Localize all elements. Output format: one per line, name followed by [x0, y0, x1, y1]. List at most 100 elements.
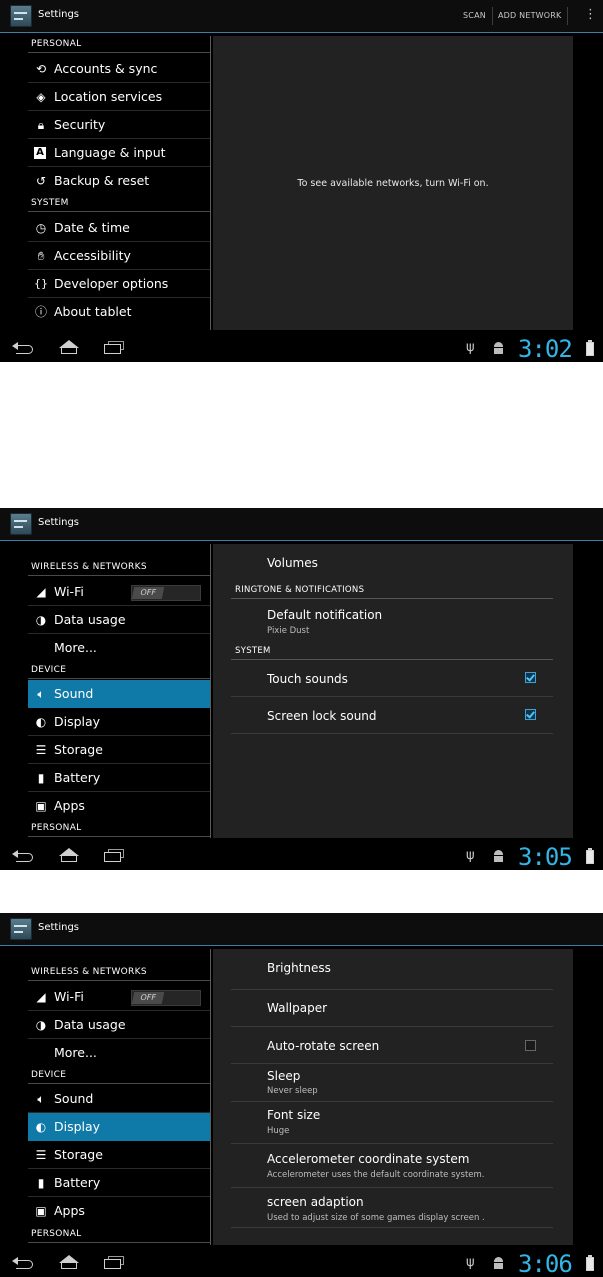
settings-app-icon[interactable] — [10, 918, 32, 940]
add-network-button[interactable]: ADD NETWORK — [498, 11, 561, 20]
wifi-toggle[interactable]: OFF — [131, 990, 201, 1006]
auto-rotate-checkbox[interactable] — [525, 1040, 536, 1051]
item-title: Accelerometer coordinate system — [267, 1152, 470, 1166]
header-personal: PERSONAL — [31, 823, 82, 833]
header-system: SYSTEM — [31, 198, 69, 208]
action-bar: Settings — [0, 913, 603, 946]
sidebar-item-label: About tablet — [54, 304, 132, 319]
sidebar-item-developer[interactable]: {} Developer options — [28, 270, 210, 298]
toggle-off-label: OFF — [131, 587, 165, 599]
sidebar-item-location[interactable]: ◈ Location services — [28, 83, 210, 111]
sidebar-item-data-usage[interactable]: ◑ Data usage — [28, 1011, 210, 1039]
sidebar-item-about[interactable]: ⓘ About tablet — [28, 298, 210, 326]
font-size-item[interactable]: Font size Huge — [231, 1102, 553, 1144]
item-summary: Huge — [267, 1126, 290, 1136]
header-wireless: WIRELESS & NETWORKS — [31, 562, 147, 572]
sidebar-item-label: Backup & reset — [54, 173, 150, 188]
status-clock: 3:06 — [518, 1250, 573, 1277]
volumes-item[interactable]: Volumes — [231, 544, 553, 582]
sidebar-item-label: Security — [54, 117, 106, 132]
sleep-item[interactable]: Sleep Never sleep — [231, 1064, 553, 1102]
home-icon[interactable] — [58, 1255, 80, 1269]
pane-divider — [210, 949, 211, 1245]
settings-app-icon[interactable] — [10, 5, 32, 27]
sidebar-item-display[interactable]: ◐ Display — [28, 708, 210, 736]
sidebar-item-battery[interactable]: ▮ Battery — [28, 764, 210, 792]
home-icon[interactable] — [58, 340, 80, 354]
sidebar-item-accessibility[interactable]: ✋︎ Accessibility — [28, 242, 210, 270]
sidebar-item-label: Data usage — [54, 612, 126, 627]
touch-sounds-item[interactable]: Touch sounds — [231, 660, 553, 697]
back-icon[interactable] — [12, 850, 34, 862]
sidebar-item-security[interactable]: 🔒︎ Security — [28, 111, 210, 139]
sidebar-item-more[interactable]: More... — [28, 634, 210, 662]
screen-adaption-item[interactable]: screen adaption Used to adjust size of s… — [231, 1188, 553, 1228]
back-icon[interactable] — [12, 1257, 34, 1269]
sidebar-item-apps[interactable]: ▣ Apps — [28, 792, 210, 820]
sidebar-item-sound[interactable]: 🔈︎ Sound — [28, 1085, 210, 1113]
recent-apps-icon[interactable] — [104, 849, 124, 862]
debug-android-icon — [493, 850, 504, 862]
brightness-item[interactable]: Brightness — [231, 949, 553, 990]
sidebar-item-wifi[interactable]: ◢ Wi-Fi OFF — [28, 578, 210, 606]
wifi-off-message: To see available networks, turn Wi-Fi on… — [297, 178, 489, 189]
screen-lock-sound-checkbox[interactable] — [525, 709, 536, 720]
speaker-icon: 🔈︎ — [37, 1092, 45, 1106]
language-icon: A — [34, 147, 46, 159]
status-clock: 3:05 — [518, 843, 573, 870]
home-icon[interactable] — [58, 848, 80, 862]
header-system: SYSTEM — [235, 646, 271, 656]
screen-lock-sound-item[interactable]: Screen lock sound — [231, 697, 553, 734]
overflow-menu-icon[interactable]: ⋮ — [584, 8, 597, 21]
sidebar-item-apps[interactable]: ▣ Apps — [28, 1197, 210, 1225]
sidebar-item-sound[interactable]: 🔈︎ Sound — [28, 680, 210, 708]
sidebar-item-backup[interactable]: ↺ Backup & reset — [28, 167, 210, 195]
sidebar-item-label: Accessibility — [54, 248, 131, 263]
sidebar-item-more[interactable]: More... — [28, 1039, 210, 1067]
accelerometer-item[interactable]: Accelerometer coordinate system Accelero… — [231, 1144, 553, 1188]
battery-icon: ▮ — [37, 1176, 45, 1190]
wifi-panel: To see available networks, turn Wi-Fi on… — [213, 36, 573, 330]
sidebar-item-date-time[interactable]: ◷ Date & time — [28, 214, 210, 242]
pane-divider — [210, 36, 211, 330]
item-title: Wallpaper — [267, 1001, 328, 1015]
display-icon: ◐ — [35, 715, 47, 729]
item-summary: Never sleep — [267, 1086, 318, 1096]
wifi-icon: ◢ — [36, 585, 46, 599]
sidebar-item-storage[interactable]: ☰ Storage — [28, 736, 210, 764]
sidebar-item-display[interactable]: ◐ Display — [28, 1113, 210, 1141]
app-title: Settings — [38, 922, 80, 933]
sidebar-item-language[interactable]: A Language & input — [28, 139, 210, 167]
data-usage-icon: ◑ — [35, 1018, 47, 1032]
speaker-icon: 🔈︎ — [37, 687, 45, 701]
info-icon: ⓘ — [34, 305, 47, 319]
scan-button[interactable]: SCAN — [463, 11, 486, 20]
touch-sounds-checkbox[interactable] — [525, 672, 536, 683]
back-icon[interactable] — [12, 342, 34, 354]
header-divider — [28, 980, 210, 981]
sidebar-item-wifi[interactable]: ◢ Wi-Fi OFF — [28, 983, 210, 1011]
header-personal: PERSONAL — [31, 1229, 82, 1239]
header-wireless: WIRELESS & NETWORKS — [31, 967, 147, 977]
sidebar-item-label: Wi-Fi — [54, 584, 84, 599]
sidebar-item-battery[interactable]: ▮ Battery — [28, 1169, 210, 1197]
app-title: Settings — [38, 9, 80, 20]
debug-android-icon — [493, 1257, 504, 1269]
default-notification-item[interactable]: Default notification Pixie Dust — [231, 600, 553, 646]
wallpaper-item[interactable]: Wallpaper — [231, 990, 553, 1027]
recent-apps-icon[interactable] — [104, 1256, 124, 1269]
sidebar-item-storage[interactable]: ☰ Storage — [28, 1141, 210, 1169]
battery-status-icon — [586, 340, 594, 356]
settings-app-icon[interactable] — [10, 513, 32, 535]
sidebar-item-label: Accounts & sync — [54, 61, 158, 76]
wifi-toggle[interactable]: OFF — [131, 585, 201, 601]
header-divider — [28, 836, 210, 837]
sidebar-item-data-usage[interactable]: ◑ Data usage — [28, 606, 210, 634]
sidebar-item-label: Sound — [54, 686, 94, 701]
wifi-icon: ◢ — [36, 990, 46, 1004]
lock-icon: 🔒︎ — [37, 118, 45, 132]
auto-rotate-item[interactable]: Auto-rotate screen — [231, 1027, 553, 1064]
sidebar-item-accounts-sync[interactable]: ⟲ Accounts & sync — [28, 55, 210, 83]
recent-apps-icon[interactable] — [104, 341, 124, 354]
item-title: screen adaption — [267, 1195, 364, 1209]
